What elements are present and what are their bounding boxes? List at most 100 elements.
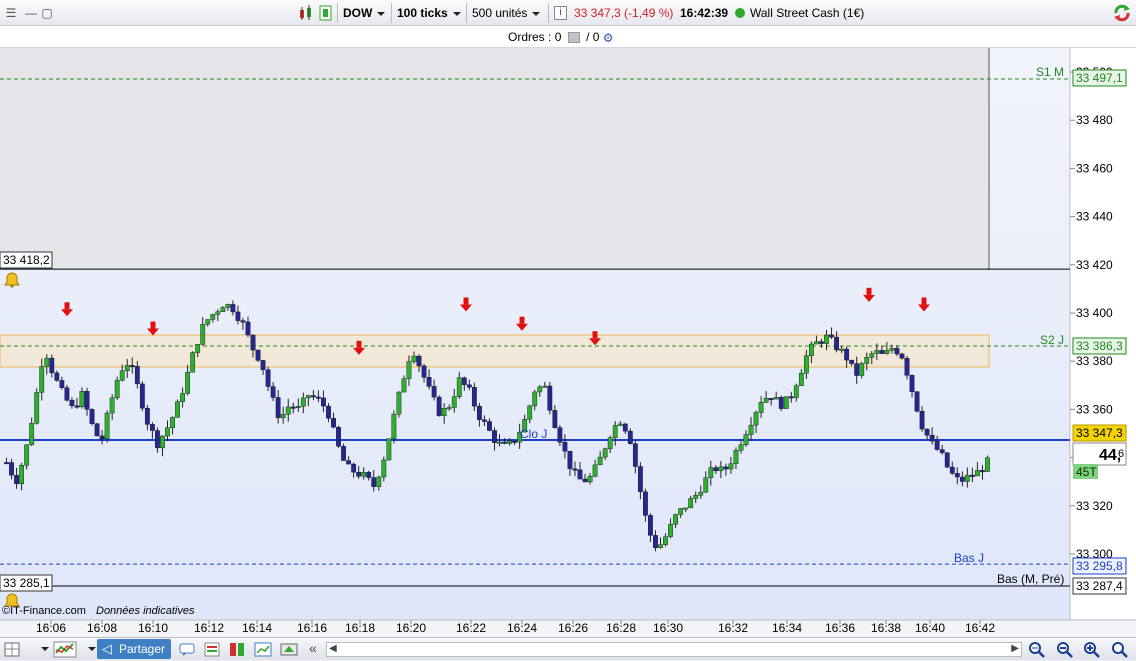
candle-down xyxy=(482,419,487,422)
time-scrollbar[interactable]: ◀ ▶ xyxy=(326,642,1022,657)
refresh-icon[interactable] xyxy=(1112,3,1132,23)
candle-down xyxy=(854,363,860,376)
time-tick-label: 16:06 xyxy=(36,621,66,635)
candle-down xyxy=(270,386,276,398)
menu-icon[interactable]: ☰ xyxy=(2,4,20,22)
candle-up xyxy=(114,380,120,399)
time-tick-label: 16:40 xyxy=(915,621,945,635)
orders-close-icon[interactable] xyxy=(567,32,580,44)
countdown-decimal: 6 xyxy=(1118,448,1124,460)
market-name: Wall Street Cash (1€) xyxy=(750,6,865,20)
indicators-icon[interactable] xyxy=(53,641,77,658)
instrument-select[interactable]: DOW xyxy=(343,5,386,21)
share-button[interactable]: ◁ Partager xyxy=(97,639,171,659)
sell-arrow-shaft xyxy=(150,321,156,329)
candle-up xyxy=(376,476,382,487)
bas-j-value: 33 295,8 xyxy=(1076,559,1123,573)
time-tick-label: 16:32 xyxy=(718,621,748,635)
price-tick-label: 33 480 xyxy=(1076,113,1113,127)
candle-up xyxy=(869,353,875,358)
candle-up xyxy=(456,377,462,397)
chevron-down-icon[interactable] xyxy=(88,647,96,651)
candle-up xyxy=(874,350,880,354)
candle-up xyxy=(839,348,844,351)
candle-down xyxy=(572,468,578,471)
scroll-left-button[interactable]: « xyxy=(309,640,317,656)
time-tick-label: 16:12 xyxy=(194,621,224,635)
candle-down xyxy=(240,320,246,323)
candle-down xyxy=(829,334,834,338)
candle-down xyxy=(245,321,251,336)
candle-up xyxy=(703,477,709,493)
candle-down xyxy=(844,348,850,361)
price-chart[interactable]: 33 50033 48033 46033 44033 42033 40033 3… xyxy=(0,48,1136,637)
candle-down xyxy=(436,396,442,416)
orders-settings-icon[interactable]: ⚙ xyxy=(603,30,614,46)
scroll-left-arrow-icon[interactable]: ◀ xyxy=(329,643,337,654)
candle-up xyxy=(215,311,221,315)
scroll-right-arrow-icon[interactable]: ▶ xyxy=(1011,643,1019,654)
chevron-down-icon[interactable] xyxy=(41,647,49,651)
timeframe-select[interactable]: 100 ticks xyxy=(397,5,461,21)
candle-down xyxy=(14,474,19,485)
candle-down xyxy=(265,369,271,387)
candle-down xyxy=(255,349,261,361)
info-icon[interactable]: i xyxy=(554,6,567,20)
candle-down xyxy=(139,383,145,409)
orderbook-icon[interactable] xyxy=(228,641,246,658)
candle-up xyxy=(497,441,502,444)
sell-arrow-shaft xyxy=(356,340,362,348)
candle-up xyxy=(607,437,613,450)
restore-icon[interactable]: ▢ xyxy=(38,4,56,22)
bas-m-pre-label: Bas (M, Pré) xyxy=(997,572,1064,586)
candle-up xyxy=(793,385,799,398)
price-tick-label: 33 360 xyxy=(1076,402,1113,416)
candle-up xyxy=(859,363,865,376)
candlestick-type-icon[interactable] xyxy=(298,4,316,22)
trade-icon[interactable] xyxy=(280,641,298,658)
candle-down xyxy=(980,470,985,473)
chart-settings-icon[interactable] xyxy=(318,4,334,22)
candle-down xyxy=(346,460,351,465)
chat-icon[interactable] xyxy=(178,641,196,658)
candle-up xyxy=(24,444,30,466)
candle-down xyxy=(914,391,920,412)
candle-down xyxy=(310,395,316,398)
zoom-in-icon[interactable] xyxy=(1083,641,1101,658)
candle-down xyxy=(959,476,965,482)
list-icon[interactable] xyxy=(203,641,221,658)
candle-down xyxy=(487,421,492,431)
candle-up xyxy=(587,476,593,483)
candle-down xyxy=(461,377,467,385)
positions-count: 0 xyxy=(592,30,600,44)
candle-down xyxy=(431,386,437,398)
share-label: Partager xyxy=(119,642,166,656)
candle-up xyxy=(763,397,769,403)
candle-down xyxy=(89,409,95,424)
candle-down xyxy=(924,428,930,436)
zoom-reset-icon[interactable] xyxy=(1111,641,1129,658)
candle-up xyxy=(300,397,306,407)
candle-up xyxy=(170,417,175,429)
candle-down xyxy=(134,366,140,385)
candle-up xyxy=(542,385,548,388)
resistance-zone xyxy=(0,334,990,368)
candle-down xyxy=(331,418,336,428)
units-select[interactable]: 500 unités xyxy=(472,5,541,21)
share-icon: ◁ xyxy=(102,641,112,656)
candle-down xyxy=(768,397,774,400)
candle-down xyxy=(582,478,588,483)
candle-down xyxy=(637,466,643,492)
zoom-fit-icon[interactable] xyxy=(1028,641,1046,658)
candle-down xyxy=(290,406,296,409)
candle-up xyxy=(748,424,754,435)
candle-up xyxy=(592,464,598,477)
price-tick-label: 33 380 xyxy=(1076,354,1113,368)
candle-up xyxy=(532,391,538,407)
candle-down xyxy=(371,477,377,487)
window-chart-icon[interactable] xyxy=(254,641,272,658)
candle-down xyxy=(904,358,910,376)
grid-icon[interactable] xyxy=(3,641,21,658)
candle-up xyxy=(19,465,25,485)
zoom-out-icon[interactable] xyxy=(1056,641,1074,658)
